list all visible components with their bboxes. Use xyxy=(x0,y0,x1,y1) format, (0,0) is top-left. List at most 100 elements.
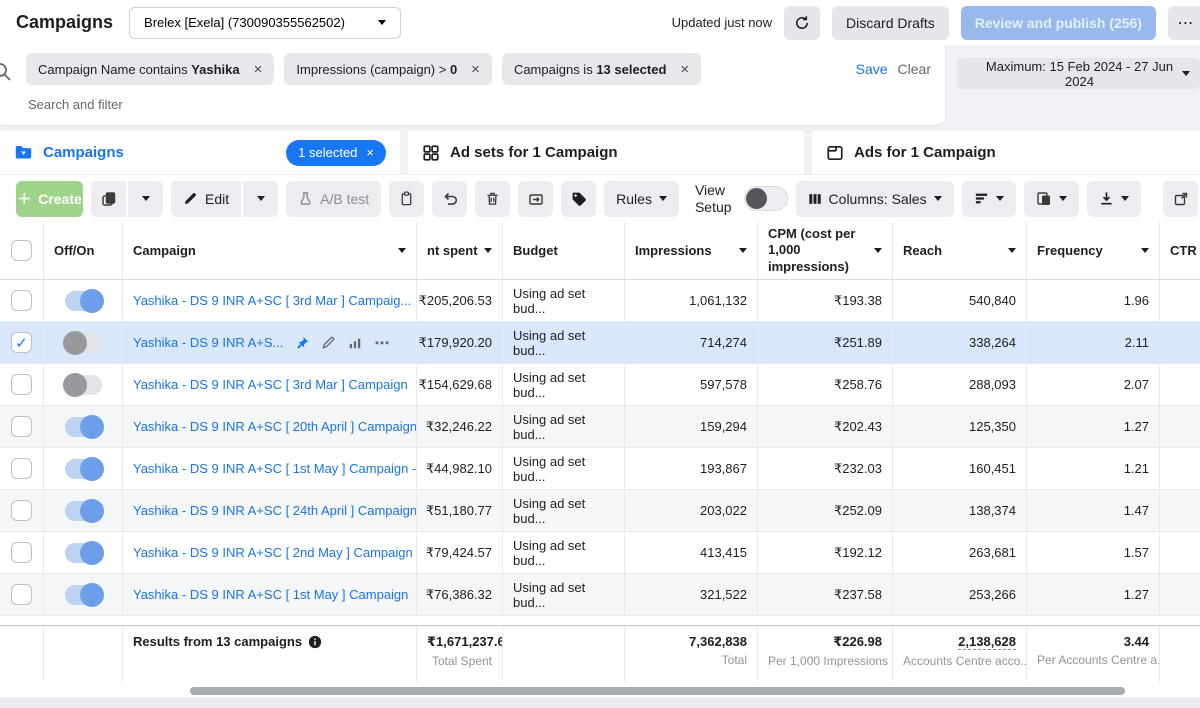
reports-button[interactable] xyxy=(1024,181,1079,217)
header-ctr[interactable]: CTR (all) xyxy=(1160,222,1200,279)
clear-filter-link[interactable]: Clear xyxy=(898,61,931,77)
search-filter-input[interactable] xyxy=(28,97,428,112)
campaign-name-link[interactable]: Yashika - DS 9 INR A+SC [ 24th April ] C… xyxy=(133,503,417,518)
campaign-name-link[interactable]: Yashika - DS 9 INR A+SC [ 2nd May ] Camp… xyxy=(133,545,417,560)
campaign-name-link[interactable]: Yashika - DS 9 INR A+SC [ 1st May ] Camp… xyxy=(133,461,417,476)
adsets-grid-icon xyxy=(422,144,440,162)
campaign-toggle[interactable] xyxy=(65,459,102,479)
duplicate-dropdown-button[interactable] xyxy=(128,181,163,217)
delete-button[interactable] xyxy=(475,181,510,217)
more-actions-icon[interactable]: ⋯ xyxy=(374,334,390,352)
tab-campaigns[interactable]: Campaigns 1 selected × xyxy=(0,131,400,174)
row-checkbox[interactable] xyxy=(11,500,32,521)
header-reach[interactable]: Reach xyxy=(893,222,1027,279)
export-button[interactable] xyxy=(1087,181,1141,217)
campaign-toggle[interactable] xyxy=(65,333,102,353)
chevron-down-icon xyxy=(659,196,667,201)
campaign-name-link[interactable]: Yashika - DS 9 INR A+SC [ 20th April ] C… xyxy=(133,419,417,434)
edit-button[interactable]: Edit xyxy=(171,181,241,217)
header-budget[interactable]: Budget xyxy=(503,222,625,279)
toggle-cell xyxy=(44,280,123,321)
campaign-toggle[interactable] xyxy=(65,585,102,605)
tab-adsets[interactable]: Ad sets for 1 Campaign xyxy=(408,131,804,174)
budget-cell: Using ad set bud... xyxy=(503,490,625,531)
impressions-cell: 193,867 xyxy=(625,448,758,489)
selected-count-badge[interactable]: 1 selected × xyxy=(286,140,386,166)
row-checkbox[interactable] xyxy=(11,416,32,437)
impressions-cell: 714,274 xyxy=(625,322,758,363)
budget-cell: Using ad set bud... xyxy=(503,448,625,489)
header-campaign[interactable]: Campaign xyxy=(123,222,417,279)
more-options-button[interactable]: ⋯ xyxy=(1168,6,1200,40)
header-frequency[interactable]: Frequency xyxy=(1027,222,1160,279)
account-selector[interactable]: Brelex [Exela] (730090355562502) xyxy=(129,7,401,39)
undo-button[interactable] xyxy=(432,181,467,217)
campaign-toggle[interactable] xyxy=(65,291,102,311)
row-checkbox[interactable] xyxy=(11,584,32,605)
toggle-cell xyxy=(44,448,123,489)
review-publish-button[interactable]: Review and publish (256) xyxy=(961,6,1156,40)
campaign-toggle[interactable] xyxy=(65,417,102,437)
campaign-name-link[interactable]: Yashika - DS 9 INR A+S... xyxy=(133,335,283,350)
header-impressions[interactable]: Impressions xyxy=(625,222,758,279)
header-cpm[interactable]: CPM (cost per 1,000 impressions) xyxy=(758,222,893,279)
discard-drafts-button[interactable]: Discard Drafts xyxy=(832,6,949,40)
edit-campaign-icon[interactable] xyxy=(321,335,336,350)
amount-spent-cell: ₹76,386.32 xyxy=(417,574,503,615)
create-button[interactable]: ＋ Create xyxy=(16,181,83,217)
campaign-name-link[interactable]: Yashika - DS 9 INR A+SC [ 1st May ] Camp… xyxy=(133,587,408,602)
frequency-cell: 1.57 xyxy=(1027,532,1160,573)
filter-chip-campaign-name[interactable]: Campaign Name contains Yashika × xyxy=(26,53,274,85)
amount-spent-cell: ₹154,629.68 xyxy=(417,364,503,405)
campaign-toggle[interactable] xyxy=(65,543,102,563)
close-icon[interactable]: × xyxy=(254,62,263,77)
row-checkbox[interactable] xyxy=(11,290,32,311)
view-setup-toggle[interactable] xyxy=(744,186,788,211)
tag-button[interactable] xyxy=(561,181,596,217)
refresh-button[interactable] xyxy=(784,6,820,40)
tab-ads[interactable]: Ads for 1 Campaign xyxy=(812,131,1200,174)
amount-spent-cell: ₹179,920.20 xyxy=(417,322,503,363)
campaign-name-link[interactable]: Yashika - DS 9 INR A+SC [ 3rd Mar ] Camp… xyxy=(133,293,411,308)
row-checkbox[interactable]: ✓ xyxy=(11,332,32,353)
filter-chip-campaigns-selected[interactable]: Campaigns is 13 selected × xyxy=(502,53,701,85)
row-checkbox[interactable] xyxy=(11,542,32,563)
frequency-cell: 1.27 xyxy=(1027,406,1160,447)
campaign-name-link[interactable]: Yashika - DS 9 INR A+SC [ 3rd Mar ] Camp… xyxy=(133,377,408,392)
date-range-selector[interactable]: Maximum: 15 Feb 2024 - 27 Jun 2024 xyxy=(957,58,1200,89)
row-checkbox[interactable] xyxy=(11,374,32,395)
close-icon[interactable]: × xyxy=(366,145,374,160)
open-fullscreen-button[interactable] xyxy=(1163,181,1198,217)
close-icon[interactable]: × xyxy=(680,62,689,77)
breakdown-button[interactable] xyxy=(962,181,1016,217)
save-filter-link[interactable]: Save xyxy=(856,61,888,77)
view-charts-icon[interactable] xyxy=(348,336,362,350)
scrollbar-thumb[interactable] xyxy=(190,687,1125,695)
clipboard-icon xyxy=(399,191,414,206)
budget-cell: Using ad set bud... xyxy=(503,574,625,615)
rules-button[interactable]: Rules xyxy=(604,181,679,217)
amount-spent-cell: ₹205,206.53 xyxy=(417,280,503,321)
pin-icon xyxy=(295,336,309,350)
breakdown-icon xyxy=(974,191,989,206)
row-checkbox[interactable] xyxy=(11,458,32,479)
select-all-checkbox[interactable] xyxy=(11,240,32,261)
ab-test-button[interactable]: A/B test xyxy=(286,181,381,217)
columns-button[interactable]: Columns: Sales xyxy=(796,181,954,217)
info-icon[interactable] xyxy=(308,635,322,649)
campaign-toggle[interactable] xyxy=(65,501,102,521)
header-off-on: Off/On xyxy=(44,222,123,279)
close-icon[interactable]: × xyxy=(471,62,480,77)
edit-dropdown-button[interactable] xyxy=(243,181,278,217)
filter-chip-impressions[interactable]: Impressions (campaign) > 0 × xyxy=(284,53,492,85)
campaign-cell: Yashika - DS 9 INR A+SC [ 3rd Mar ] Camp… xyxy=(123,280,417,321)
header-amount-spent[interactable]: nt spent xyxy=(417,222,503,279)
search-icon xyxy=(0,61,13,83)
export-preview-button[interactable] xyxy=(518,181,553,217)
checkbox-cell: ✓ xyxy=(0,322,44,363)
duplicate-button[interactable] xyxy=(91,181,126,217)
chevron-down-icon xyxy=(142,196,150,201)
campaign-toggle[interactable] xyxy=(65,375,102,395)
paste-button[interactable] xyxy=(389,181,424,217)
updated-status: Updated just now xyxy=(672,15,772,30)
